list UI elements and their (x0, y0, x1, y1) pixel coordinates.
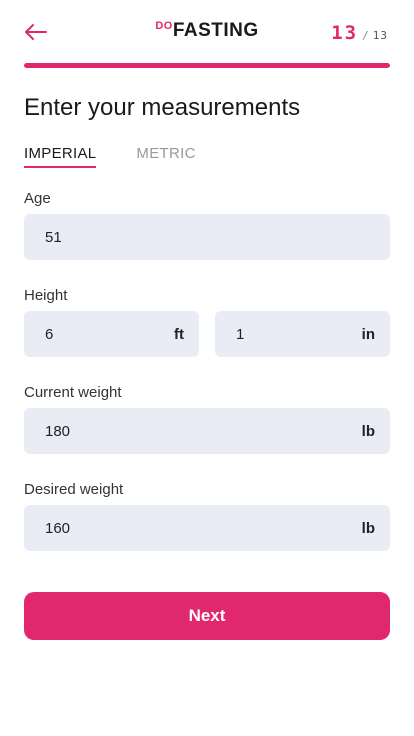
step-separator: / (362, 29, 369, 42)
current-weight-label: Current weight (24, 384, 122, 401)
next-button[interactable]: Next (24, 592, 390, 640)
height-feet-field[interactable]: 6 ft (24, 311, 199, 357)
tab-metric[interactable]: METRIC (136, 145, 195, 168)
current-weight-field[interactable]: 180 lb (24, 408, 390, 454)
desired-weight-field[interactable]: 160 lb (24, 505, 390, 551)
step-counter: 13/13 (331, 22, 388, 44)
page-title: Enter your measurements (24, 94, 301, 121)
step-current: 13 (331, 22, 359, 44)
progress-bar (24, 63, 390, 68)
current-weight-value: 180 (45, 422, 71, 440)
inches-unit-label: in (361, 325, 375, 343)
desired-weight-unit: lb (361, 519, 375, 537)
age-label: Age (24, 190, 51, 207)
height-inches-value: 1 (236, 325, 245, 343)
height-label: Height (24, 287, 68, 304)
desired-weight-value: 160 (45, 519, 71, 537)
desired-weight-label: Desired weight (24, 481, 124, 498)
header: DOFASTING 13/13 (0, 0, 414, 62)
unit-tabs: IMPERIAL METRIC (24, 145, 196, 168)
current-weight-unit: lb (361, 422, 375, 440)
step-total: 13 (372, 29, 388, 42)
next-button-label: Next (188, 606, 226, 625)
logo-prefix: DO (155, 20, 173, 32)
age-value: 51 (45, 228, 62, 246)
height-feet-value: 6 (45, 325, 54, 343)
progress-fill (24, 63, 390, 68)
feet-unit-label: ft (174, 325, 184, 343)
logo-wordmark: FASTING (172, 20, 259, 41)
age-field[interactable]: 51 (24, 214, 390, 260)
height-inches-field[interactable]: 1 in (215, 311, 390, 357)
tab-imperial[interactable]: IMPERIAL (24, 145, 97, 168)
